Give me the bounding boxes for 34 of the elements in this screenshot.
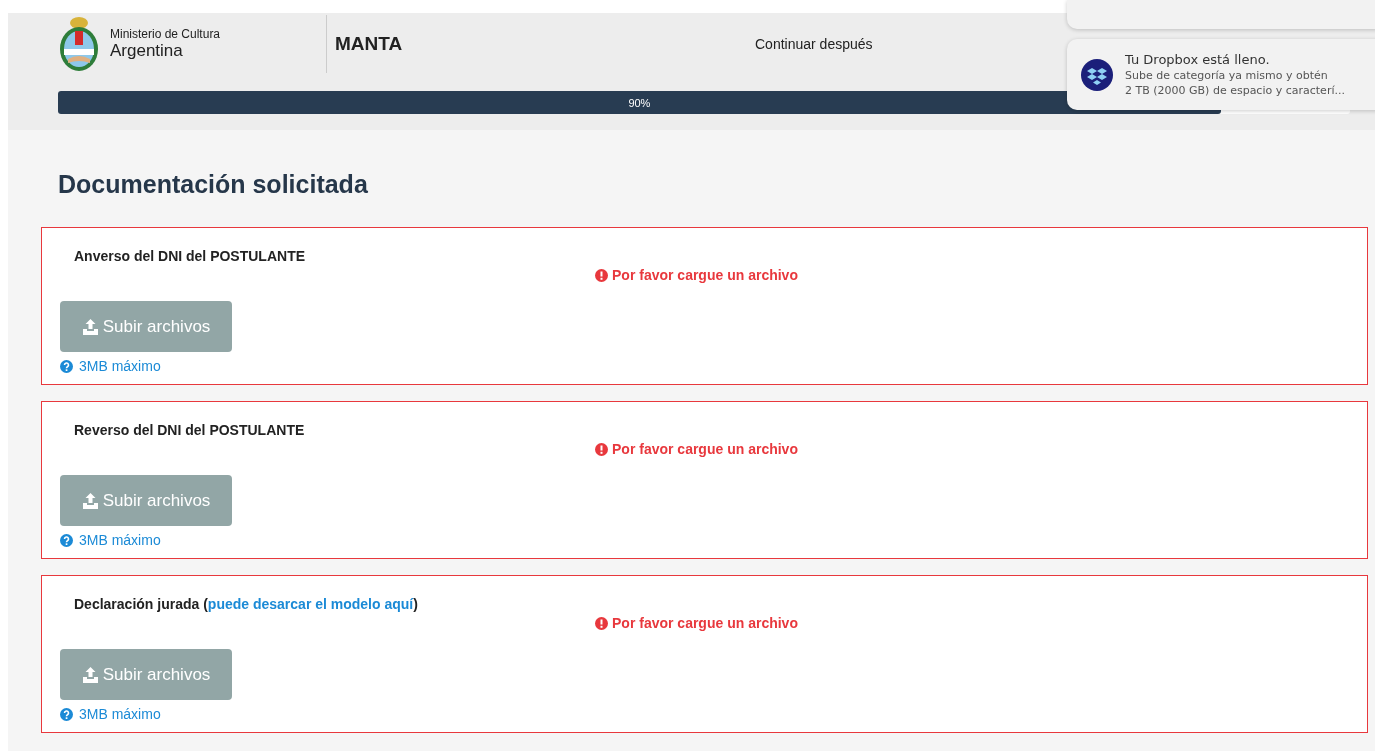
country-name: Argentina (110, 41, 184, 61)
ministry-name: Ministerio de Cultura (110, 27, 221, 41)
error-icon (595, 268, 608, 282)
document-label: Anverso del DNI del POSTULANTE (74, 248, 306, 264)
notification-text: Sube de categoría ya mismo y obtén (1125, 69, 1329, 82)
max-size-hint: 3MB máximo (79, 706, 161, 722)
notification-title: Tu Dropbox está lleno. (1125, 52, 1271, 67)
help-icon (60, 359, 73, 373)
notification-text: 2 TB (2000 GB) de espacio y caracterí... (1125, 84, 1345, 97)
box-icon (1081, 58, 1113, 91)
help-icon (60, 707, 73, 721)
model-download-link[interactable]: puede desarcar el modelo aquí (207, 596, 414, 612)
max-size-hint: 3MB máximo (79, 532, 161, 548)
upload-button[interactable]: Subir archivos (60, 475, 232, 526)
project-title: MANTA (335, 33, 404, 55)
error-icon (595, 442, 608, 456)
error-icon (595, 616, 608, 630)
error-message: Por favor cargue un archivo (612, 441, 798, 457)
error-message: Por favor cargue un archivo (612, 615, 798, 631)
notification-card[interactable]: Tu Dropbox está lleno. Sube de categoría ya mismo y obtén 2 TB (2000 GB) de espacio y caracterí... (1067, 39, 1375, 110)
help-icon (60, 533, 73, 547)
error-message: Por favor cargue un archivo (612, 267, 798, 283)
document-label: Reverso del DNI del POSTULANTE (74, 422, 305, 438)
upload-icon (81, 492, 99, 509)
page-title: Documentación solicitada (58, 170, 369, 199)
coat-of-arms-icon (58, 15, 100, 73)
progress-label: 90% (628, 96, 651, 109)
continue-later-link[interactable]: Continuar después (755, 36, 873, 52)
upload-icon (81, 666, 99, 683)
upload-button[interactable]: Subir archivos (60, 649, 232, 700)
max-size-hint: 3MB máximo (79, 358, 161, 374)
upload-icon (81, 318, 99, 335)
upload-button[interactable]: Subir archivos (60, 301, 232, 352)
document-label: Declaración jurada (puede desarcar el modelo aquí) (74, 596, 418, 612)
